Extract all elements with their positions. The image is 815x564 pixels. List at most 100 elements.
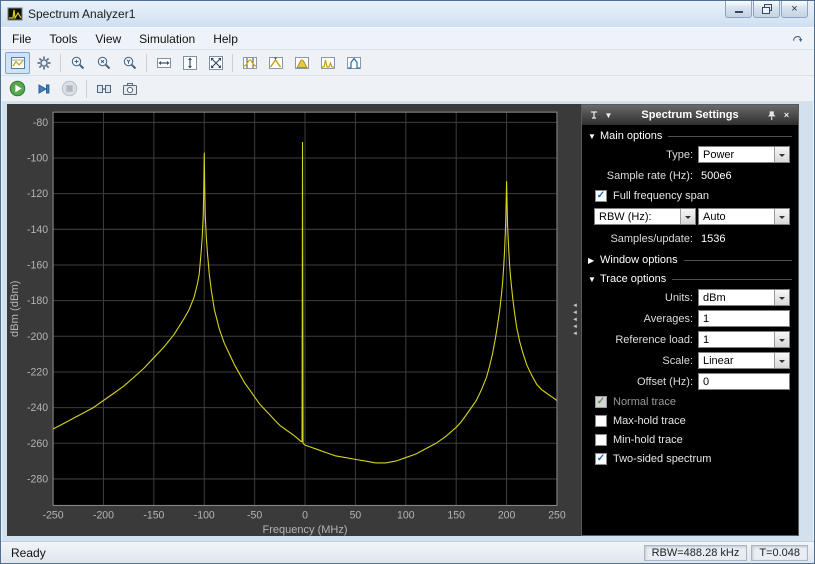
two-sided-spectrum-checkbox[interactable]: ✓ Two-sided spectrum	[582, 449, 798, 468]
sample-rate-value[interactable]: 500e6	[698, 170, 790, 182]
scale-y-axis-button[interactable]	[177, 52, 202, 74]
units-label: Units:	[664, 291, 693, 304]
menu-help[interactable]: Help	[204, 29, 247, 49]
status-text: Ready	[11, 545, 46, 560]
spectrum-settings-toggle-button[interactable]	[5, 51, 30, 74]
checkbox-icon[interactable]	[595, 433, 607, 446]
channel-measurements-icon	[294, 56, 309, 69]
averages-input[interactable]: 1	[698, 310, 790, 327]
units-dropdown[interactable]: dBm	[698, 289, 790, 306]
dropdown-arrow-icon[interactable]	[680, 209, 695, 224]
two-sided-spectrum-label: Two-sided spectrum	[613, 452, 712, 465]
splitter-arrow-icon: ◄	[572, 324, 578, 330]
rbw-type-dropdown[interactable]: RBW (Hz):	[594, 208, 696, 225]
peak-finder-button[interactable]	[263, 52, 288, 74]
spectrum-analyzer-window: Spectrum Analyzer1 × File Tools View Sim…	[0, 0, 815, 564]
panel-close-icon[interactable]: ×	[779, 110, 794, 120]
checkbox-icon[interactable]: ✓	[595, 189, 607, 202]
panel-collapse-splitter[interactable]: ◄ ◄ ◄ ◄ ◄	[569, 104, 581, 536]
restore-icon	[761, 4, 772, 14]
toolbar-separator	[146, 53, 147, 72]
max-hold-trace-checkbox[interactable]: Max-hold trace	[582, 411, 798, 430]
distortion-measurements-button[interactable]	[315, 52, 340, 74]
svg-text:-150: -150	[143, 510, 164, 522]
menu-simulation[interactable]: Simulation	[130, 29, 204, 49]
fit-to-view-button[interactable]	[203, 52, 228, 74]
dropdown-arrow-icon[interactable]	[774, 332, 789, 347]
reference-load-combo[interactable]: 1	[698, 331, 790, 348]
section-rule	[672, 278, 792, 280]
section-window-options[interactable]: ▶ Window options	[582, 249, 798, 268]
full-frequency-span-checkbox[interactable]: ✓ Full frequency span	[582, 186, 798, 205]
panel-dock-icon[interactable]	[586, 110, 601, 120]
full-frequency-span-label: Full frequency span	[613, 189, 709, 202]
svg-text:-200: -200	[93, 510, 114, 522]
cursor-measurements-button[interactable]	[237, 52, 262, 74]
offset-row: Offset (Hz): 0	[582, 371, 798, 392]
minimize-button[interactable]	[725, 1, 752, 18]
stop-button[interactable]	[57, 78, 82, 100]
scale-x-axis-button[interactable]	[151, 52, 176, 74]
restore-button[interactable]	[753, 1, 780, 18]
averages-row: Averages: 1	[582, 308, 798, 329]
toolbar-simulation	[1, 76, 814, 102]
simulink-source-button[interactable]	[91, 78, 116, 100]
svg-text:-250: -250	[43, 510, 64, 522]
svg-text:-100: -100	[27, 152, 48, 164]
settings-panel-title: Spectrum Settings	[641, 109, 739, 121]
panel-collapse-icon[interactable]: ▼	[601, 111, 616, 120]
toolbar-main	[1, 50, 814, 76]
max-hold-trace-label: Max-hold trace	[613, 414, 686, 427]
channel-measurements-button[interactable]	[289, 52, 314, 74]
svg-text:200: 200	[498, 510, 516, 522]
run-button[interactable]	[5, 78, 30, 100]
splitter-arrow-icon: ◄	[572, 317, 578, 323]
menu-file[interactable]: File	[3, 29, 40, 49]
peak-finder-icon	[268, 56, 283, 69]
snapshot-button[interactable]	[117, 78, 142, 100]
rbw-value-dropdown[interactable]: Auto	[698, 208, 790, 225]
min-hold-trace-checkbox[interactable]: Min-hold trace	[582, 430, 798, 449]
checkbox-icon: ✓	[595, 395, 607, 408]
menubar-curl-icon[interactable]	[790, 32, 806, 46]
section-trace-options[interactable]: ▼ Trace options	[582, 268, 798, 287]
svg-text:250: 250	[548, 510, 566, 522]
zoom-in-button[interactable]	[65, 52, 90, 74]
step-forward-button[interactable]	[31, 78, 56, 100]
section-main-options[interactable]: ▼ Main options	[582, 125, 798, 144]
checkbox-icon[interactable]	[595, 414, 607, 427]
section-title: Window options	[600, 254, 678, 266]
checkbox-icon[interactable]: ✓	[595, 452, 607, 465]
section-collapsed-icon: ▶	[588, 255, 595, 265]
type-dropdown[interactable]: Power	[698, 146, 790, 163]
normal-trace-label: Normal trace	[613, 395, 676, 408]
close-button[interactable]: ×	[781, 1, 808, 18]
spectral-mask-button[interactable]	[341, 52, 366, 74]
zoom-y-button[interactable]	[117, 52, 142, 74]
svg-text:50: 50	[350, 510, 362, 522]
dropdown-arrow-icon[interactable]	[774, 290, 789, 305]
samples-update-row: Samples/update: 1536	[582, 228, 798, 249]
zoom-x-button[interactable]	[91, 52, 116, 74]
samples-update-value[interactable]: 1536	[698, 233, 790, 245]
gear-icon	[37, 56, 50, 69]
panel-pin-icon[interactable]	[764, 110, 779, 121]
configuration-properties-button[interactable]	[31, 52, 56, 74]
offset-input[interactable]: 0	[698, 373, 790, 390]
fit-to-view-icon	[208, 55, 223, 70]
scale-dropdown[interactable]: Linear	[698, 352, 790, 369]
window-controls: ×	[725, 1, 808, 18]
section-title: Trace options	[600, 273, 667, 285]
section-rule	[668, 135, 792, 137]
dropdown-arrow-icon[interactable]	[774, 209, 789, 224]
menu-tools[interactable]: Tools	[40, 29, 86, 49]
menu-view[interactable]: View	[86, 29, 130, 49]
titlebar[interactable]: Spectrum Analyzer1 ×	[1, 1, 814, 27]
svg-text:-140: -140	[27, 224, 48, 236]
type-value: Power	[703, 148, 735, 161]
dropdown-arrow-icon[interactable]	[774, 353, 789, 368]
plot-area[interactable]: -250 -200 -150 -100 -50 0 50 100 150 200 250 -80 -10…	[7, 104, 569, 536]
rbw-status: RBW=488.28 kHz	[643, 544, 748, 561]
menubar: File Tools View Simulation Help	[1, 27, 814, 50]
dropdown-arrow-icon[interactable]	[774, 147, 789, 162]
